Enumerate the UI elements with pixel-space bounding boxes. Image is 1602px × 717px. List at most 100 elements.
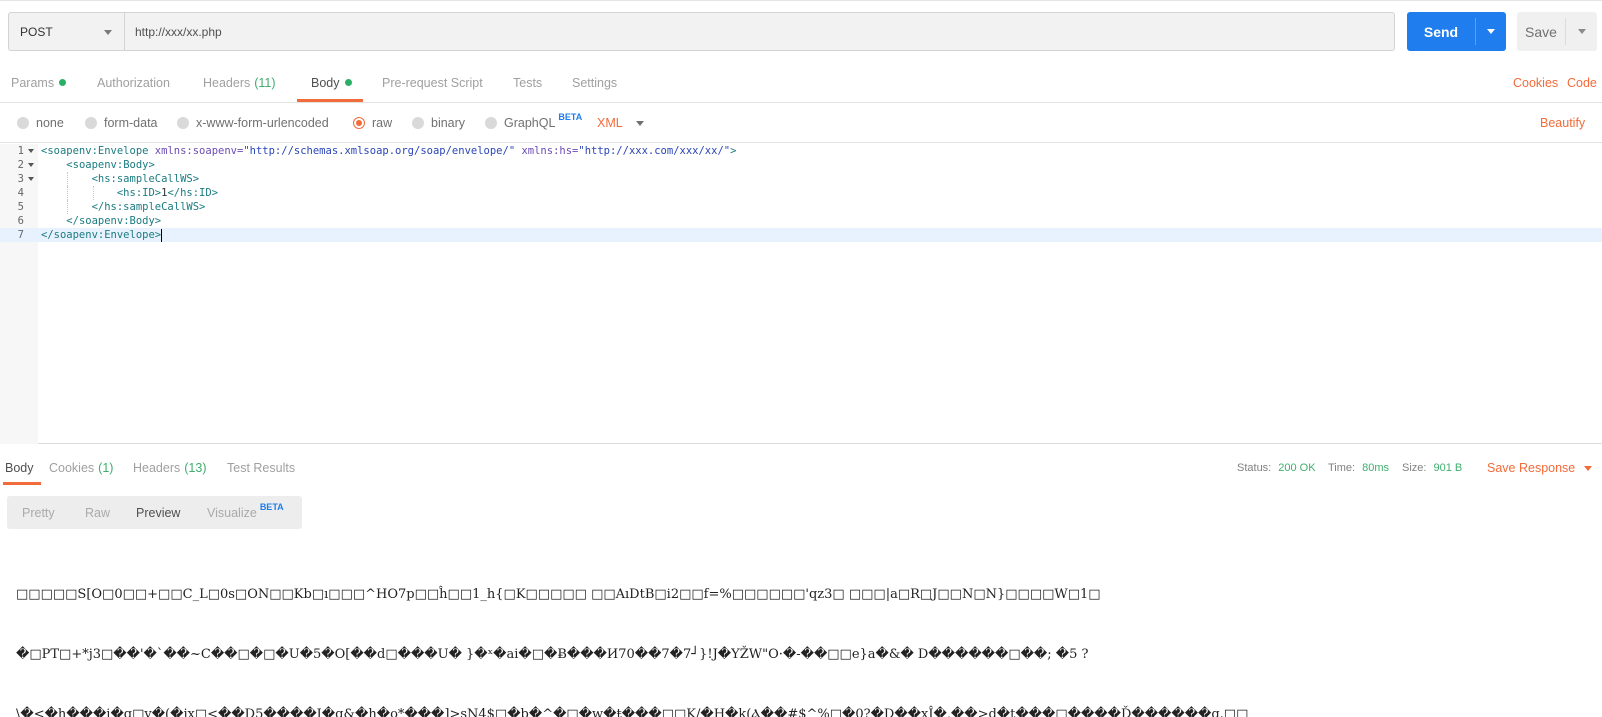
- tab-label: Tests: [513, 75, 543, 90]
- tab-count: (1): [98, 461, 114, 475]
- url-value: http://xxx/xx.php: [135, 24, 222, 39]
- fold-arrow-icon[interactable]: [28, 149, 34, 153]
- tab-headers[interactable]: Headers (11): [203, 62, 276, 103]
- tab-label: Body: [5, 461, 34, 475]
- tab-count: (11): [254, 75, 276, 90]
- radio-form-data[interactable]: form-data: [85, 103, 158, 143]
- tab-label: Cookies: [49, 461, 95, 475]
- fold-arrow-icon[interactable]: [28, 177, 34, 181]
- size-readout: Size: 901 B: [1402, 450, 1462, 486]
- fold-arrow-icon[interactable]: [28, 163, 34, 167]
- time-readout: Time: 80ms: [1328, 450, 1389, 486]
- tab-pre-request-script[interactable]: Pre-request Script: [382, 62, 483, 103]
- cookies-link[interactable]: Cookies: [1513, 62, 1558, 103]
- xml-value: "http://schemas.xmlsoap.org/soap/envelop…: [243, 145, 516, 157]
- tab-params[interactable]: Params: [11, 62, 67, 103]
- radio-raw[interactable]: raw: [353, 103, 392, 143]
- chevron-down-icon: [635, 120, 644, 126]
- tab-label: Headers: [203, 75, 251, 90]
- raw-format-dropdown[interactable]: XML: [597, 103, 644, 143]
- radio-x-www-form-urlencoded[interactable]: x-www-form-urlencoded: [177, 103, 329, 143]
- code-editor[interactable]: 1 <soapenv:Envelope xmlns:soapenv="http:…: [0, 144, 1602, 444]
- view-mode-toggle: Pretty Raw Preview Visualize BETA: [7, 496, 302, 529]
- code-line: 3 <hs:sampleCallWS>: [0, 172, 1602, 186]
- radio-binary[interactable]: binary: [412, 103, 465, 143]
- radio-none[interactable]: none: [17, 103, 64, 143]
- text-cursor: [161, 228, 163, 242]
- response-body-preview: □□□□□S[O□0□□+□□C_L□0s□ON□□Kb□ı□□□^HO7p□□…: [16, 545, 1596, 717]
- xml-tag: <soapenv:Envelope: [41, 145, 149, 157]
- response-body-line: �□PT□+*j3□��'�`��~C��□�□�U�5�O[��d□���U�…: [16, 647, 1089, 662]
- tab-authorization[interactable]: Authorization: [97, 62, 170, 103]
- tab-count: (13): [184, 461, 207, 475]
- send-button[interactable]: Send: [1407, 12, 1506, 51]
- code-text: </soapenv:Envelope>: [41, 228, 163, 242]
- size-value: 901 B: [1433, 462, 1463, 474]
- tab-response-cookies[interactable]: Cookies (1): [49, 450, 113, 486]
- code-line: 1 <soapenv:Envelope xmlns:soapenv="http:…: [0, 144, 1602, 158]
- status-readout: Status: 200 OK: [1237, 450, 1316, 486]
- top-border: [0, 0, 1602, 1]
- save-button[interactable]: Save: [1517, 12, 1597, 51]
- xml-tag: <hs:sampleCallWS>: [91, 173, 200, 185]
- request-tabs: Params Authorization Headers (11) Body Pr…: [0, 62, 1602, 103]
- tab-label: Params: [11, 75, 55, 90]
- save-response-label: Save Response: [1487, 461, 1576, 475]
- xml-tag: </hs:ID>: [167, 187, 219, 199]
- beta-badge: BETA: [558, 112, 583, 122]
- chevron-down-icon: [1487, 29, 1495, 34]
- send-options-button[interactable]: [1476, 12, 1506, 51]
- chevron-down-icon: [104, 30, 112, 35]
- view-visualize-label: Visualize: [207, 505, 257, 520]
- radio-selected-icon: [353, 117, 365, 129]
- tab-label: Headers: [133, 461, 181, 475]
- code-line-current: 7 </soapenv:Envelope>: [0, 228, 1602, 242]
- tab-response-headers[interactable]: Headers (13): [133, 450, 206, 486]
- tab-test-results[interactable]: Test Results: [227, 450, 295, 486]
- radio-circle-icon: [485, 117, 497, 129]
- tab-label: Pre-request Script: [382, 75, 483, 90]
- tab-label: Settings: [572, 75, 618, 90]
- view-pretty-button[interactable]: Pretty: [22, 496, 55, 529]
- code-line: 5 </hs:sampleCallWS>: [0, 200, 1602, 214]
- code-text: <soapenv:Body>: [41, 158, 155, 172]
- line-number: 7: [17, 229, 24, 241]
- xml-value: "http://xxx.com/xxx/xx/": [578, 145, 731, 157]
- radio-label: binary: [431, 116, 466, 130]
- code-text: <soapenv:Envelope xmlns:soapenv="http://…: [41, 144, 736, 158]
- save-options-button[interactable]: [1566, 12, 1597, 51]
- view-preview-button[interactable]: Preview: [136, 496, 180, 529]
- radio-graphql[interactable]: GraphQL BETA: [485, 103, 582, 143]
- response-body-line: □□□□□S[O□0□□+□□C_L□0s□ON□□Kb□ı□□□^HO7p□□…: [16, 587, 1101, 602]
- view-visualize-button[interactable]: Visualize BETA: [207, 496, 284, 529]
- radio-circle-icon: [177, 117, 189, 129]
- save-response-button[interactable]: Save Response: [1487, 450, 1593, 486]
- time-label: Time:: [1328, 462, 1356, 474]
- tab-tests[interactable]: Tests: [513, 62, 542, 103]
- code-line: 6 </soapenv:Body>: [0, 214, 1602, 228]
- code-link[interactable]: Code: [1567, 62, 1597, 103]
- tab-label: Authorization: [97, 75, 170, 90]
- line-number: 2: [17, 159, 24, 171]
- code-text: </soapenv:Body>: [41, 214, 161, 228]
- chevron-down-icon: [1584, 465, 1593, 471]
- radio-circle-icon: [85, 117, 97, 129]
- tab-response-body[interactable]: Body: [5, 450, 34, 486]
- url-input[interactable]: http://xxx/xx.php: [124, 12, 1395, 51]
- status-label: Status:: [1237, 462, 1272, 474]
- xml-tag: </soapenv:Envelope>: [41, 229, 162, 241]
- view-raw-button[interactable]: Raw: [85, 496, 110, 529]
- radio-label: raw: [372, 116, 393, 130]
- tab-body[interactable]: Body: [311, 62, 352, 103]
- size-label: Size:: [1402, 462, 1427, 474]
- tab-settings[interactable]: Settings: [572, 62, 617, 103]
- xml-tag: <soapenv:Body>: [66, 159, 155, 171]
- chevron-down-icon: [1577, 29, 1586, 34]
- xml-attr: xmlns:soapenv=: [154, 145, 244, 157]
- active-tab-indicator: [297, 99, 363, 102]
- method-select[interactable]: POST: [8, 12, 124, 51]
- beautify-link[interactable]: Beautify: [1540, 103, 1585, 143]
- xml-tag: </hs:sampleCallWS>: [91, 201, 206, 213]
- code-line: 4 <hs:ID>1</hs:ID>: [0, 186, 1602, 200]
- radio-circle-icon: [17, 117, 29, 129]
